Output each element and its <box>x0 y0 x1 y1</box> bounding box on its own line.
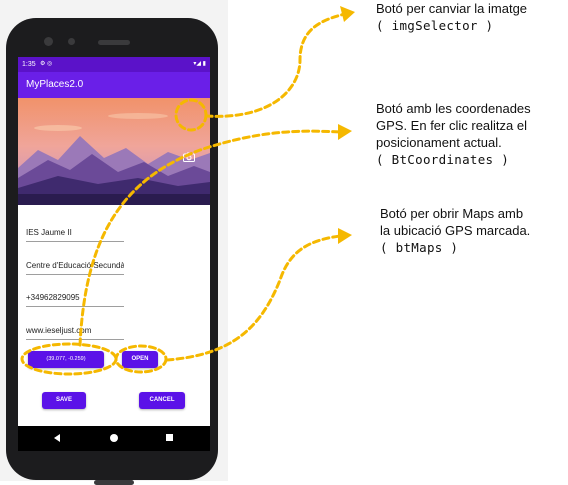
camera-highlight <box>174 98 208 132</box>
bt-maps-text-2: la ubicació GPS marcada. <box>380 223 531 238</box>
bt-coordinates-annotation: Botó amb les coordenades GPS. En fer cli… <box>376 100 531 168</box>
img-selector-annotation: Botó per canviar la imatge ( imgSelector… <box>376 0 527 34</box>
bt-coordinates-text-3: posicionament actual. <box>376 135 502 150</box>
img-selector-arrowhead <box>340 6 355 22</box>
bt-coordinates-text-2: GPS. En fer clic realitza el <box>376 118 527 133</box>
coordinates-arrow-line <box>78 129 342 347</box>
maps-arrowhead <box>338 228 352 244</box>
bt-maps-text-1: Botó per obrir Maps amb <box>380 206 524 221</box>
maps-highlight <box>114 344 168 374</box>
bt-maps-code: ( btMaps ) <box>380 240 459 255</box>
bt-maps-annotation: Botó per obrir Maps amb la ubicació GPS … <box>380 205 530 256</box>
coordinates-arrowhead <box>338 124 352 140</box>
coordinates-highlight <box>20 342 118 376</box>
bt-coordinates-code: ( BtCoordinates ) <box>376 152 510 167</box>
bt-coordinates-text-1: Botó amb les coordenades <box>376 101 531 116</box>
img-selector-text: Botó per canviar la imatge <box>376 1 528 16</box>
img-selector-arrow-line <box>204 12 347 118</box>
img-selector-code: ( imgSelector ) <box>376 18 494 33</box>
maps-arrow-line <box>165 234 342 362</box>
